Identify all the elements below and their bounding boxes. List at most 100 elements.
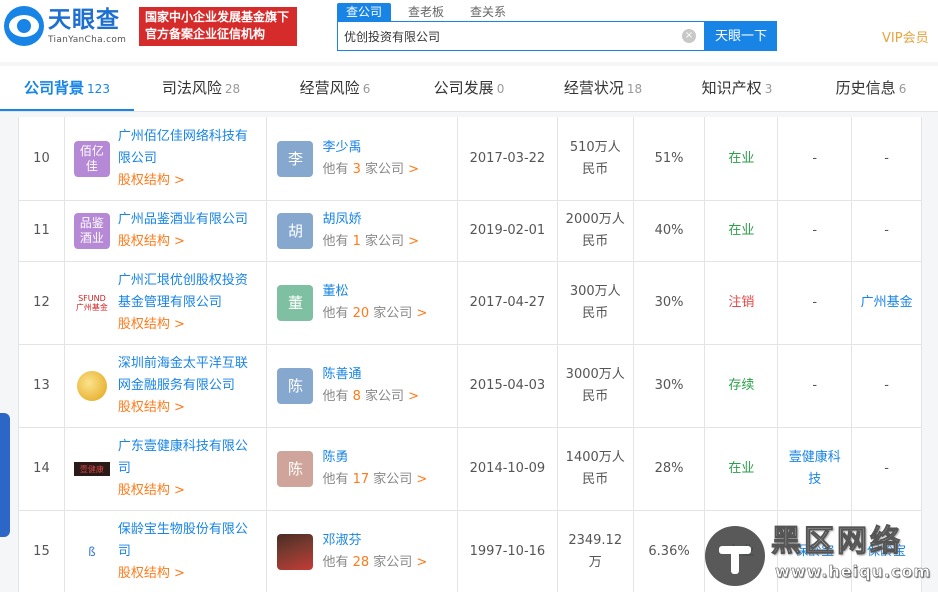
brand-link[interactable]: 壹健康科技: [778, 428, 853, 510]
person-companies-link[interactable]: 他有 3 家公司 >: [322, 159, 419, 181]
established-date: 1997-10-16: [458, 511, 558, 592]
tab-company-background[interactable]: 公司背景 123: [0, 66, 134, 111]
person-cell: 胡 胡凤娇 他有 1 家公司 >: [267, 201, 459, 261]
tab-ip[interactable]: 知识产权 3: [670, 66, 804, 111]
avatar[interactable]: 董: [277, 285, 314, 321]
search-tab-company[interactable]: 查公司: [337, 3, 392, 21]
company-logo[interactable]: 品鉴酒业: [73, 213, 110, 249]
equity-structure-link[interactable]: 股权结构 >: [118, 314, 248, 336]
tab-label: 知识产权: [701, 79, 762, 97]
chevron-right-icon: >: [408, 389, 420, 404]
capital-line-2: 民币: [582, 306, 609, 321]
person-name[interactable]: 李少禹: [322, 137, 419, 159]
company-name[interactable]: 广州品鉴酒业有限公司: [118, 209, 248, 231]
tab-history[interactable]: 历史信息 6: [804, 66, 938, 111]
brand-line-1: 壹健康科: [788, 450, 841, 465]
company-logo[interactable]: 壹健康: [73, 462, 110, 476]
search-button[interactable]: 天眼一下: [705, 21, 777, 51]
person-companies-link[interactable]: 他有 1 家公司 >: [322, 231, 419, 253]
person-cell: 李 李少禹 他有 3 家公司 >: [267, 117, 459, 200]
avatar[interactable]: 陈: [277, 368, 314, 404]
tab-development[interactable]: 公司发展 0: [402, 66, 536, 111]
tab-count: 6: [898, 82, 907, 96]
equity-structure-link[interactable]: 股权结构 >: [118, 170, 248, 192]
status-badge: 在业: [705, 117, 779, 200]
person-name[interactable]: 胡凤娇: [322, 209, 419, 231]
search-tab-relation[interactable]: 查关系: [461, 3, 515, 21]
chevron-right-icon: >: [416, 555, 428, 570]
tab-business-risk[interactable]: 经营风险 6: [268, 66, 402, 111]
capital-line-2: 民币: [582, 472, 609, 487]
person-name[interactable]: 董松: [322, 281, 427, 303]
search-input[interactable]: [344, 22, 674, 50]
tianyancha-logo[interactable]: 天眼查 TianYanCha.com: [4, 6, 132, 48]
investment-ratio: 28%: [634, 428, 706, 510]
company-name[interactable]: 深圳前海金太平洋互联: [118, 353, 248, 375]
equity-structure-link[interactable]: 股权结构 >: [118, 480, 248, 502]
table-row: 10 佰亿佳 广州佰亿佳网络科技有 限公司 股权结构 > 李 李少禹 他有 3 …: [19, 117, 921, 201]
company-name[interactable]: 广州汇垠优创股权投资: [118, 270, 248, 292]
search-tab-boss[interactable]: 查老板: [399, 3, 453, 21]
person-companies-link[interactable]: 他有 8 家公司 >: [322, 386, 419, 408]
avatar[interactable]: 李: [277, 140, 314, 177]
company-name-cont[interactable]: 司: [118, 458, 248, 480]
person-name[interactable]: 邓淑芬: [322, 530, 427, 552]
more-prefix: 他有: [322, 161, 353, 177]
section-tabs: 公司背景 123 司法风险 28 经营风险 6 公司发展 0 经营状况 18 知识产权 3 …: [0, 66, 938, 112]
person-name[interactable]: 陈善通: [322, 364, 419, 386]
equity-structure-link[interactable]: 股权结构 >: [118, 397, 248, 419]
eye-logo-icon: [4, 6, 44, 46]
company-name[interactable]: 广东壹健康科技有限公: [118, 436, 248, 458]
person-cell: 陈 陈勇 他有 17 家公司 >: [267, 428, 459, 510]
brand-cell: -: [778, 117, 853, 200]
company-name[interactable]: 保龄宝生物股份有限公: [118, 519, 248, 541]
company-logo[interactable]: 佰亿佳: [73, 140, 110, 177]
capital-line-2: 民币: [582, 389, 609, 404]
tab-label: 公司背景: [24, 79, 85, 97]
row-index: 11: [19, 201, 65, 261]
more-count: 17: [352, 472, 370, 487]
side-float-tab[interactable]: [0, 413, 10, 537]
clear-icon[interactable]: ×: [682, 29, 696, 43]
company-name-cont[interactable]: 网金融服务有限公司: [118, 375, 248, 397]
sfund-logo[interactable]: SFUND 广州基金: [73, 285, 110, 321]
vip-link[interactable]: VIP会员: [882, 27, 929, 46]
more-prefix: 他有: [322, 234, 353, 249]
search-box: ×: [337, 21, 705, 51]
avatar-photo[interactable]: [277, 534, 314, 570]
company-name[interactable]: 广州佰亿佳网络科技有: [118, 126, 248, 148]
tab-count: 28: [224, 82, 241, 96]
avatar[interactable]: 陈: [277, 451, 314, 487]
equity-structure-link[interactable]: 股权结构 >: [118, 231, 248, 253]
tab-operations[interactable]: 经营状况 18: [536, 66, 670, 111]
avatar[interactable]: 胡: [277, 213, 314, 249]
more-prefix: 他有: [322, 389, 353, 404]
company-name-cont[interactable]: 司: [118, 541, 248, 563]
more-suffix: 家公司: [360, 161, 405, 177]
company-name-cont[interactable]: 基金管理有限公司: [118, 292, 248, 314]
row-index: 13: [19, 345, 65, 427]
company-logo[interactable]: ß: [73, 534, 110, 570]
institution-cell: -: [884, 461, 889, 476]
tab-legal-risk[interactable]: 司法风险 28: [134, 66, 268, 111]
chevron-right-icon: >: [416, 472, 428, 487]
watermark-logo-icon: [705, 526, 765, 586]
capital-line-1: 2349.12: [568, 533, 623, 548]
banner-line-1: 国家中小企业发展基金旗下: [145, 10, 290, 24]
company-logo[interactable]: [73, 368, 110, 404]
person-name[interactable]: 陈勇: [322, 447, 427, 469]
institution-cell: -: [884, 223, 889, 238]
company-logo-text: ß: [88, 544, 96, 559]
row-index: 15: [19, 511, 65, 592]
person-companies-link[interactable]: 他有 28 家公司 >: [322, 552, 427, 574]
company-name-cont[interactable]: 限公司: [118, 148, 248, 170]
official-banner[interactable]: 国家中小企业发展基金旗下 官方备案企业征信机构: [139, 7, 297, 46]
person-companies-link[interactable]: 他有 17 家公司 >: [322, 469, 427, 491]
status-badge: 存续: [705, 345, 779, 427]
equity-structure-link[interactable]: 股权结构 >: [118, 563, 248, 585]
person-companies-link[interactable]: 他有 20 家公司 >: [322, 303, 427, 325]
tab-label: 历史信息: [835, 79, 896, 97]
row-index: 12: [19, 262, 65, 344]
chevron-right-icon: >: [408, 234, 420, 249]
institution-link[interactable]: 广州基金: [852, 262, 921, 344]
